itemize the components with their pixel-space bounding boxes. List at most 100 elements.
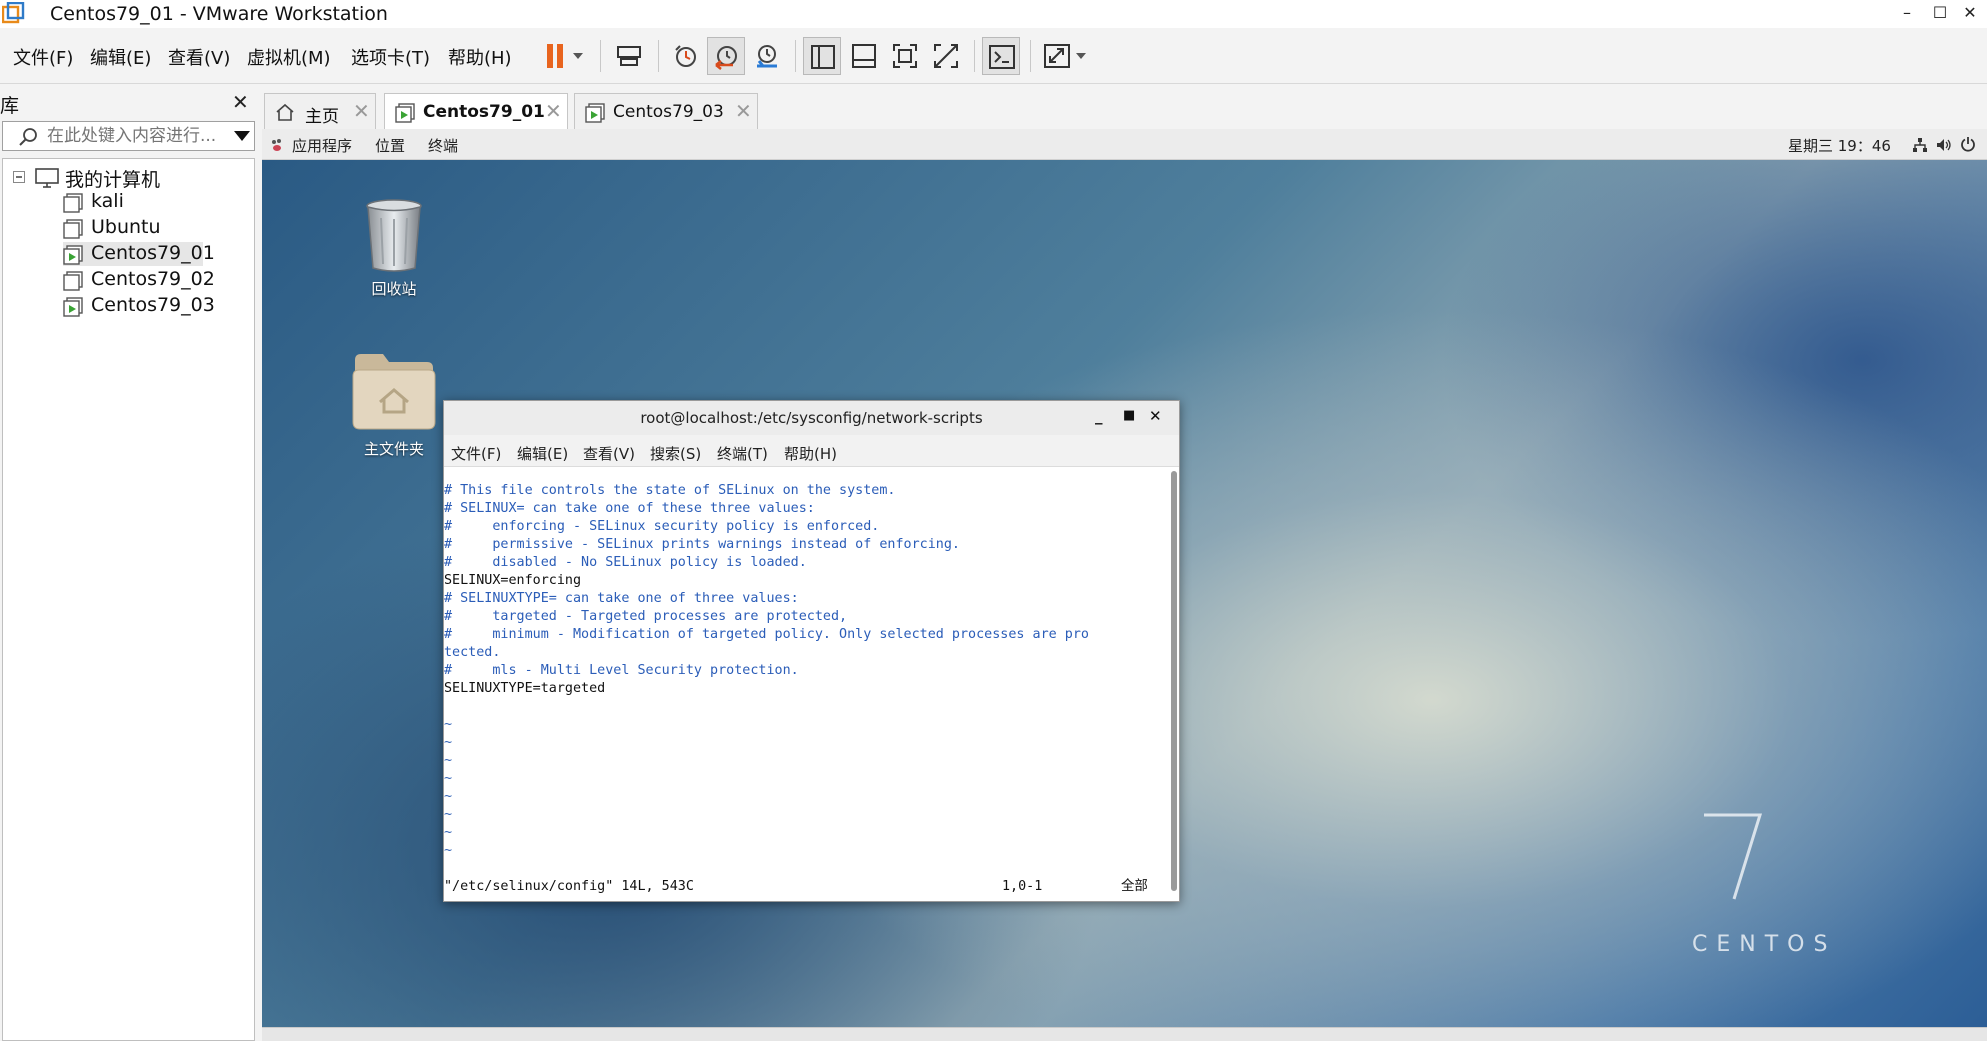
snapshot-button[interactable]: [667, 37, 705, 75]
library-title: 库: [0, 95, 20, 117]
terminal-line: # enforcing - SELinux security policy is…: [444, 519, 880, 534]
tree-item-label: Centos79_03: [91, 294, 215, 316]
terminal-menu-file[interactable]: 文件(F): [451, 443, 501, 464]
revert-snapshot-button[interactable]: [707, 37, 745, 75]
tree-root-label: 我的计算机: [65, 169, 161, 191]
trash-icon: [366, 199, 422, 272]
desktop-home-folder[interactable]: 主文件夹: [339, 350, 449, 460]
tab-close-button[interactable]: ✕: [545, 99, 562, 123]
terminal-menu-help[interactable]: 帮助(H): [784, 443, 837, 464]
terminal-menu-terminal[interactable]: 终端(T): [717, 443, 768, 464]
menu-tabs[interactable]: 选项卡(T): [351, 44, 430, 70]
terminal-tilde-line: ~: [444, 825, 453, 840]
desktop-trash[interactable]: 回收站: [339, 198, 449, 298]
thumbnail-view-button[interactable]: [845, 37, 883, 75]
vim-status-file: "/etc/selinux/config" 14L, 543C: [444, 879, 694, 894]
terminal-close-button[interactable]: ✕: [1149, 407, 1162, 425]
vm-running-icon: [63, 297, 83, 317]
tree-item-ubuntu[interactable]: Ubuntu: [63, 216, 243, 240]
tab-centos79-03[interactable]: Centos79_03 ✕: [574, 93, 758, 129]
desktop-icon-label: 回收站: [371, 280, 417, 298]
terminal-line: # permissive - SELinux prints warnings i…: [444, 537, 960, 552]
tree-item-centos79-01[interactable]: Centos79_01: [63, 242, 215, 266]
toolbar-separator: [795, 40, 796, 72]
toolbar-separator: [1030, 40, 1031, 72]
menu-edit[interactable]: 编辑(E): [90, 44, 151, 70]
gnome-clock[interactable]: 星期三 19：46: [1788, 135, 1891, 156]
terminal-tilde-line: ~: [444, 789, 453, 804]
terminal-scrollbar[interactable]: [1171, 471, 1177, 891]
terminal-menu-edit[interactable]: 编辑(E): [517, 443, 568, 464]
terminal-tilde-line: ~: [444, 771, 453, 786]
chevron-down-icon[interactable]: [234, 131, 250, 141]
home-folder-icon: [352, 354, 436, 430]
toolbar-separator: [600, 40, 601, 72]
volume-icon[interactable]: [1936, 137, 1952, 153]
console-icon: [989, 45, 1015, 69]
library-close-button[interactable]: ✕: [232, 90, 249, 114]
guest-desktop[interactable]: 回收站 主文件夹 CENTOS root@localhost:/etc/sysc…: [262, 160, 1987, 1027]
terminal-maximize-button[interactable]: ■: [1123, 408, 1135, 423]
terminal-tilde-line: ~: [444, 807, 453, 822]
tab-bar: 主页 ✕ Centos79_01 ✕ Centos79_03 ✕: [262, 85, 1987, 129]
vm-icon: [63, 219, 83, 239]
tree-item-centos79-03[interactable]: Centos79_03: [63, 294, 243, 318]
stretch-icon: [1044, 44, 1086, 68]
terminal-line: # disabled - No SELinux policy is loaded…: [444, 555, 807, 570]
library-search-input[interactable]: [47, 125, 227, 147]
send-keys-button[interactable]: [610, 37, 648, 75]
tab-home[interactable]: 主页 ✕: [264, 93, 376, 129]
gnome-terminal-menu[interactable]: 终端: [428, 135, 458, 156]
close-button[interactable]: ✕: [1950, 0, 1987, 28]
send-keys-icon: [617, 46, 641, 66]
terminal-text-area[interactable]: # This file controls the state of SELinu…: [444, 467, 1170, 901]
terminal-menu-view[interactable]: 查看(V): [583, 443, 635, 464]
vm-running-icon: [63, 245, 83, 265]
library-panel: 库 ✕ 我的计算机 kali: [0, 85, 257, 1041]
collapse-icon[interactable]: [13, 171, 25, 183]
home-icon: [276, 103, 294, 121]
terminal-titlebar[interactable]: root@localhost:/etc/sysconfig/network-sc…: [444, 401, 1179, 435]
snapshot-icon: [675, 45, 696, 67]
tree-root-my-computer[interactable]: 我的计算机: [13, 165, 233, 191]
tab-centos79-01[interactable]: Centos79_01 ✕: [384, 93, 568, 129]
pause-icon: [547, 44, 583, 68]
gnome-places-menu[interactable]: 位置: [375, 135, 405, 156]
gnome-apps-menu[interactable]: 应用程序: [292, 135, 352, 156]
tree-item-kali[interactable]: kali: [63, 190, 243, 214]
terminal-window[interactable]: root@localhost:/etc/sysconfig/network-sc…: [443, 400, 1180, 902]
menu-file[interactable]: 文件(F): [13, 44, 73, 70]
snapshot-manager-icon: [757, 45, 777, 68]
tab-close-button[interactable]: ✕: [735, 99, 752, 123]
terminal-menu-search[interactable]: 搜索(S): [650, 443, 701, 464]
toolbar-separator: [658, 40, 659, 72]
tree-item-label: Centos79_01: [91, 242, 215, 264]
toolbar-separator: [974, 40, 975, 72]
tab-close-button[interactable]: ✕: [353, 99, 370, 123]
menu-help[interactable]: 帮助(H): [448, 44, 512, 70]
computer-icon: [35, 168, 59, 188]
snapshot-manager-button[interactable]: [748, 37, 786, 75]
stretch-button[interactable]: [1038, 37, 1092, 75]
fullscreen-button[interactable]: [886, 37, 924, 75]
tree-item-centos79-02[interactable]: Centos79_02: [63, 268, 243, 292]
centos-seven-logo: [1704, 813, 1763, 900]
power-icon[interactable]: [1960, 136, 1976, 152]
tree-item-label: Centos79_02: [91, 268, 215, 290]
unity-button[interactable]: [927, 37, 965, 75]
guest-display[interactable]: 应用程序 位置 终端 星期三 19：46 回收站 主文件夹 CENTOS roo…: [262, 129, 1987, 1027]
terminal-line: # SELINUXTYPE= can take one of three val…: [444, 591, 799, 606]
vim-status-position: 1,0-1: [1002, 879, 1043, 894]
terminal-minimize-button[interactable]: _: [1095, 407, 1103, 425]
console-button[interactable]: [982, 37, 1020, 75]
pause-button[interactable]: [538, 37, 590, 75]
window-titlebar: Centos79_01 - VMware Workstation – ☐ ✕: [0, 0, 1987, 28]
menu-view[interactable]: 查看(V): [168, 44, 230, 70]
terminal-line: # minimum - Modification of targeted pol…: [444, 627, 1089, 642]
apps-foot-icon: [272, 139, 281, 151]
unity-icon: [934, 44, 958, 68]
terminal-tilde-line: ~: [444, 717, 453, 732]
menu-vm[interactable]: 虚拟机(M): [247, 44, 331, 70]
network-icon[interactable]: [1912, 137, 1928, 153]
library-view-button[interactable]: [803, 37, 841, 75]
